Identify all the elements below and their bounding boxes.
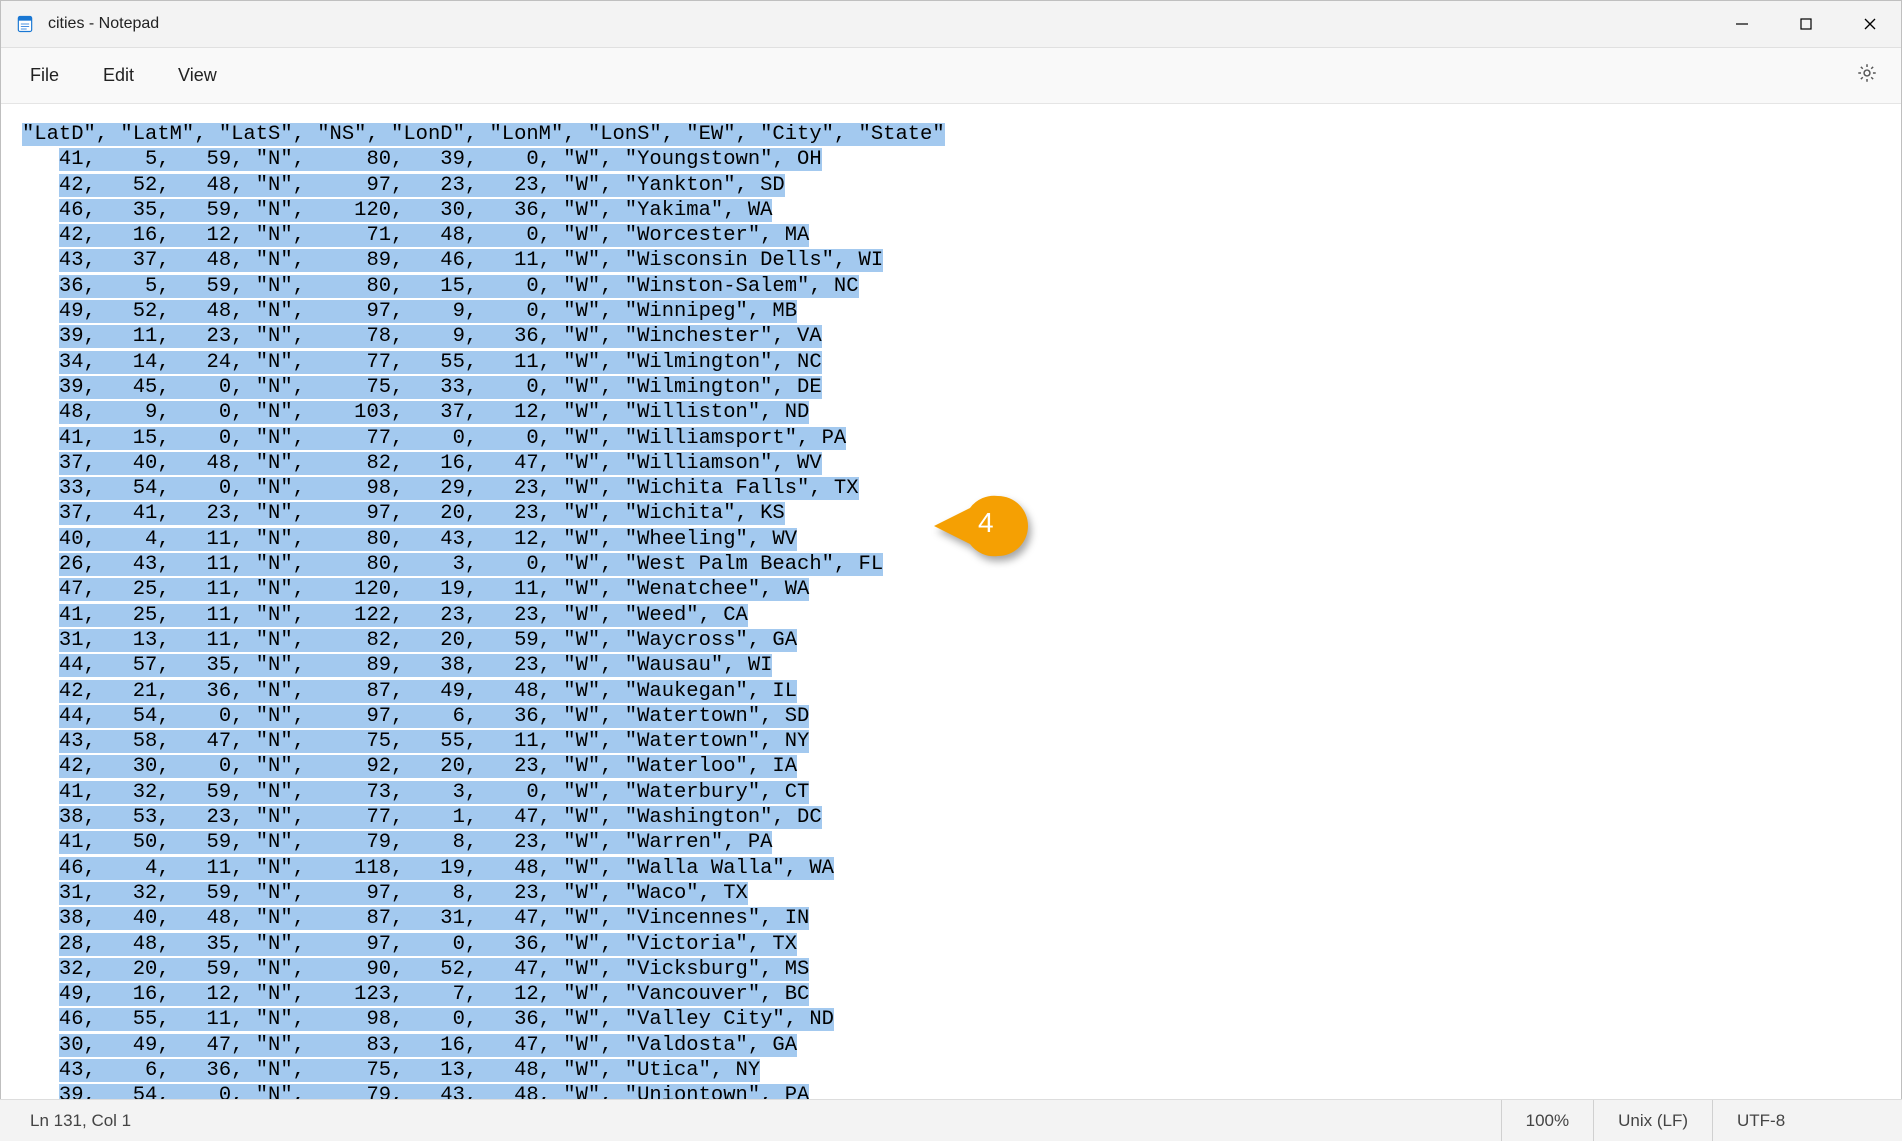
text-line: "LatD", "LatM", "LatS", "NS", "LonD", "L… xyxy=(22,122,1902,147)
text-line: 42, 21, 36, "N", 87, 49, 48, "W", "Wauke… xyxy=(22,679,1902,704)
text-line: 39, 45, 0, "N", 75, 33, 0, "W", "Wilming… xyxy=(22,375,1902,400)
window-title: cities - Notepad xyxy=(48,15,159,33)
text-editor[interactable]: "LatD", "LatM", "LatS", "NS", "LonD", "L… xyxy=(0,104,1902,1099)
text-line: 42, 30, 0, "N", 92, 20, 23, "W", "Waterl… xyxy=(22,754,1902,779)
text-line: 32, 20, 59, "N", 90, 52, 47, "W", "Vicks… xyxy=(22,957,1902,982)
text-line: 38, 40, 48, "N", 87, 31, 47, "W", "Vince… xyxy=(22,906,1902,931)
maximize-button[interactable] xyxy=(1774,0,1838,48)
text-line: 28, 48, 35, "N", 97, 0, 36, "W", "Victor… xyxy=(22,932,1902,957)
minimize-button[interactable] xyxy=(1710,0,1774,48)
text-line: 42, 52, 48, "N", 97, 23, 23, "W", "Yankt… xyxy=(22,173,1902,198)
status-zoom[interactable]: 100% xyxy=(1501,1100,1593,1141)
menu-view[interactable]: View xyxy=(156,59,239,92)
text-line: 48, 9, 0, "N", 103, 37, 12, "W", "Willis… xyxy=(22,400,1902,425)
text-line: 49, 52, 48, "N", 97, 9, 0, "W", "Winnipe… xyxy=(22,299,1902,324)
status-eol: Unix (LF) xyxy=(1593,1100,1712,1141)
text-line: 46, 55, 11, "N", 98, 0, 36, "W", "Valley… xyxy=(22,1007,1902,1032)
text-line: 36, 5, 59, "N", 80, 15, 0, "W", "Winston… xyxy=(22,274,1902,299)
text-line: 41, 32, 59, "N", 73, 3, 0, "W", "Waterbu… xyxy=(22,780,1902,805)
text-line: 43, 58, 47, "N", 75, 55, 11, "W", "Water… xyxy=(22,729,1902,754)
text-line: 49, 16, 12, "N", 123, 7, 12, "W", "Vanco… xyxy=(22,982,1902,1007)
text-line: 41, 50, 59, "N", 79, 8, 23, "W", "Warren… xyxy=(22,830,1902,855)
text-line: 33, 54, 0, "N", 98, 29, 23, "W", "Wichit… xyxy=(22,476,1902,501)
text-line: 46, 4, 11, "N", 118, 19, 48, "W", "Walla… xyxy=(22,856,1902,881)
text-line: 43, 37, 48, "N", 89, 46, 11, "W", "Wisco… xyxy=(22,248,1902,273)
text-line: 42, 16, 12, "N", 71, 48, 0, "W", "Worces… xyxy=(22,223,1902,248)
text-line: 31, 32, 59, "N", 97, 8, 23, "W", "Waco",… xyxy=(22,881,1902,906)
text-line: 37, 40, 48, "N", 82, 16, 47, "W", "Willi… xyxy=(22,451,1902,476)
text-line: 44, 54, 0, "N", 97, 6, 36, "W", "Waterto… xyxy=(22,704,1902,729)
titlebar: cities - Notepad xyxy=(0,0,1902,48)
status-encoding: UTF-8 xyxy=(1712,1100,1902,1141)
settings-button[interactable] xyxy=(1832,62,1902,89)
menubar: File Edit View xyxy=(0,48,1902,104)
text-line: 47, 25, 11, "N", 120, 19, 11, "W", "Wena… xyxy=(22,577,1902,602)
text-line: 34, 14, 24, "N", 77, 55, 11, "W", "Wilmi… xyxy=(22,350,1902,375)
text-line: 40, 4, 11, "N", 80, 43, 12, "W", "Wheeli… xyxy=(22,527,1902,552)
text-line: 41, 15, 0, "N", 77, 0, 0, "W", "Williams… xyxy=(22,426,1902,451)
text-line: 38, 53, 23, "N", 77, 1, 47, "W", "Washin… xyxy=(22,805,1902,830)
statusbar: Ln 131, Col 1 100% Unix (LF) UTF-8 xyxy=(0,1099,1902,1141)
menu-edit[interactable]: Edit xyxy=(81,59,156,92)
text-line: 31, 13, 11, "N", 82, 20, 59, "W", "Waycr… xyxy=(22,628,1902,653)
text-line: 46, 35, 59, "N", 120, 30, 36, "W", "Yaki… xyxy=(22,198,1902,223)
status-cursor: Ln 131, Col 1 xyxy=(0,1100,155,1141)
text-line: 37, 41, 23, "N", 97, 20, 23, "W", "Wichi… xyxy=(22,501,1902,526)
menu-file[interactable]: File xyxy=(8,59,81,92)
text-line: 26, 43, 11, "N", 80, 3, 0, "W", "West Pa… xyxy=(22,552,1902,577)
text-line: 30, 49, 47, "N", 83, 16, 47, "W", "Valdo… xyxy=(22,1033,1902,1058)
close-button[interactable] xyxy=(1838,0,1902,48)
text-line: 39, 11, 23, "N", 78, 9, 36, "W", "Winche… xyxy=(22,324,1902,349)
text-line: 39, 54, 0, "N", 79, 43, 48, "W", "Uniont… xyxy=(22,1083,1902,1099)
notepad-icon xyxy=(14,13,36,35)
text-line: 43, 6, 36, "N", 75, 13, 48, "W", "Utica"… xyxy=(22,1058,1902,1083)
text-line: 41, 25, 11, "N", 122, 23, 23, "W", "Weed… xyxy=(22,603,1902,628)
text-line: 44, 57, 35, "N", 89, 38, 23, "W", "Wausa… xyxy=(22,653,1902,678)
text-line: 41, 5, 59, "N", 80, 39, 0, "W", "Youngst… xyxy=(22,147,1902,172)
